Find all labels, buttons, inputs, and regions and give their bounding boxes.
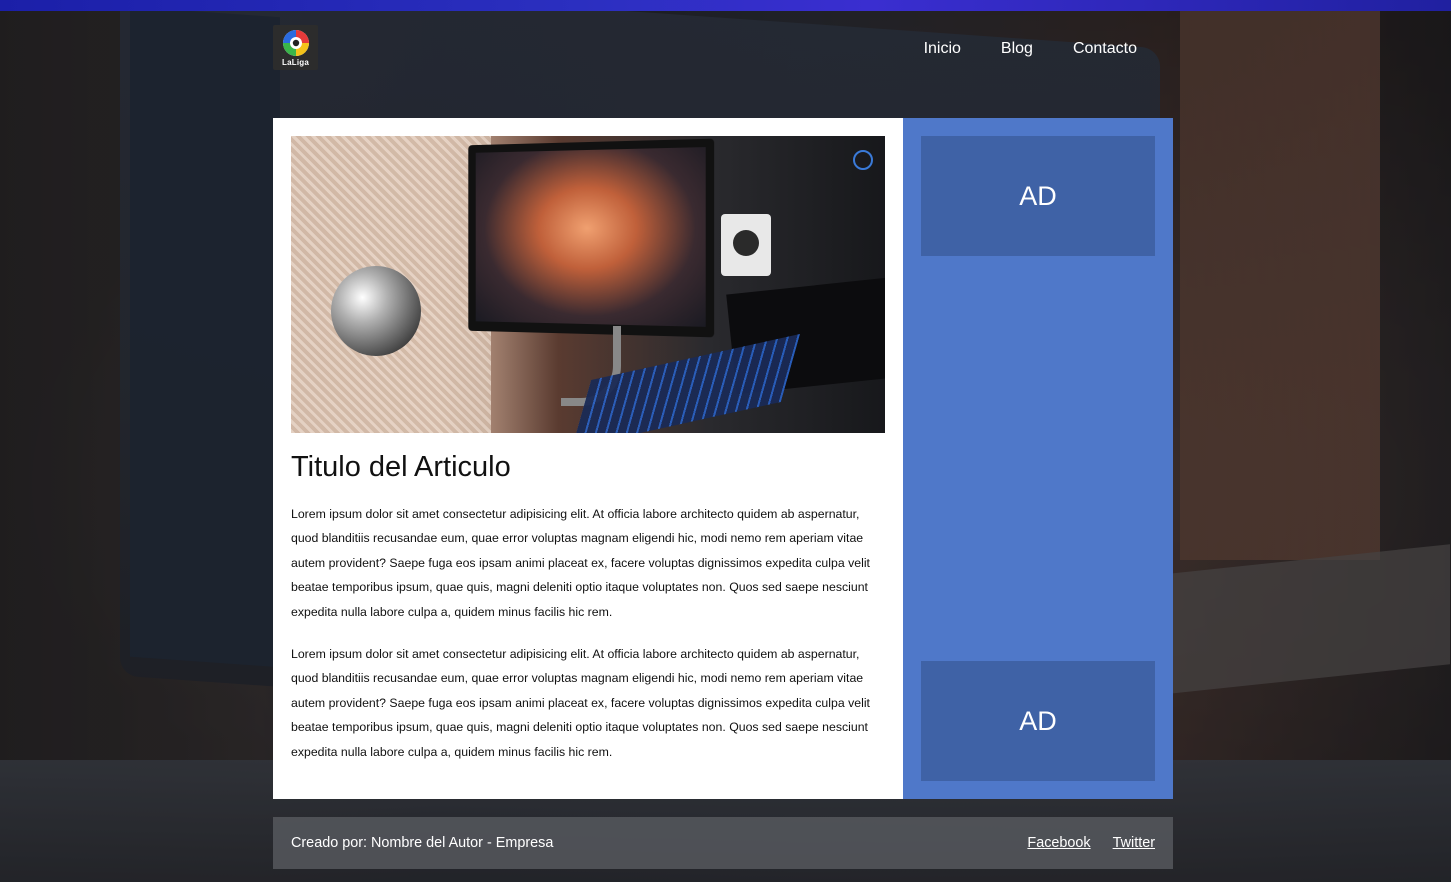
article-paragraph: Lorem ipsum dolor sit amet consectetur a… (291, 647, 870, 759)
site-header: LaLiga Inicio Blog Contacto (273, 24, 1173, 74)
social-links: Facebook Twitter (1027, 835, 1155, 851)
article-title: Titulo del Articulo (291, 451, 511, 483)
sidebar: AD AD (903, 118, 1173, 799)
article-hero-image (291, 136, 885, 433)
main-nav: Inicio Blog Contacto (924, 40, 1137, 58)
nav-link-inicio[interactable]: Inicio (924, 40, 961, 58)
laliga-logo[interactable]: LaLiga (273, 25, 318, 70)
nav-link-contacto[interactable]: Contacto (1073, 40, 1137, 58)
ad-banner-bottom[interactable]: AD (921, 661, 1155, 781)
watermark-icon (853, 150, 873, 170)
ad-banner-top[interactable]: AD (921, 136, 1155, 256)
nav-link-blog[interactable]: Blog (1001, 40, 1033, 58)
article-card: Titulo del Articulo Lorem ipsum dolor si… (273, 118, 903, 799)
twitter-link[interactable]: Twitter (1113, 835, 1155, 851)
facebook-link[interactable]: Facebook (1027, 835, 1090, 851)
top-strip (0, 0, 1451, 11)
laliga-logo-icon (282, 29, 309, 56)
site-footer: Creado por: Nombre del Autor - Empresa F… (273, 817, 1173, 869)
article-paragraph: Lorem ipsum dolor sit amet consectetur a… (291, 507, 870, 619)
footer-credit: Creado por: Nombre del Autor - Empresa (291, 835, 554, 851)
logo-text: LaLiga (282, 57, 309, 67)
